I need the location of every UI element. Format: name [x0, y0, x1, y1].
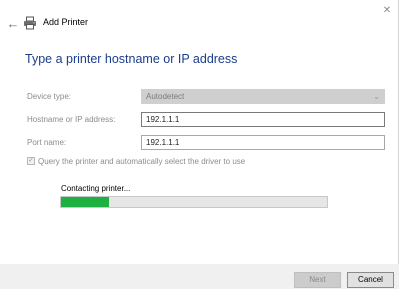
device-type-select[interactable]: Autodetect ⌄ — [141, 89, 385, 104]
close-icon[interactable]: ✕ — [380, 4, 394, 18]
window-title: Add Printer — [43, 17, 89, 27]
device-type-label: Device type: — [27, 92, 72, 101]
progress-status: Contacting printer... — [61, 184, 131, 193]
cancel-button[interactable]: Cancel — [347, 272, 394, 288]
progress-fill — [61, 197, 109, 207]
device-type-value: Autodetect — [146, 92, 185, 101]
arrow-left-icon[interactable]: ← — [6, 17, 20, 31]
query-printer-label: Query the printer and automatically sele… — [38, 157, 246, 166]
title-bar: ← Add Printer ✕ — [0, 0, 399, 44]
port-name-label: Port name: — [27, 138, 67, 147]
chevron-down-icon: ⌄ — [373, 92, 380, 101]
printer-icon — [24, 16, 36, 30]
query-printer-checkbox[interactable]: ✓ — [27, 157, 35, 165]
hostname-input[interactable]: 192.1.1.1 — [141, 112, 385, 127]
hostname-label: Hostname or IP address: — [27, 115, 116, 124]
next-button[interactable]: Next — [294, 272, 341, 288]
page-heading: Type a printer hostname or IP address — [25, 52, 238, 66]
progress-bar — [60, 196, 328, 208]
port-name-input[interactable]: 192.1.1.1 — [141, 135, 385, 150]
add-printer-window: ← Add Printer ✕ Type a printer hostname … — [0, 0, 399, 289]
